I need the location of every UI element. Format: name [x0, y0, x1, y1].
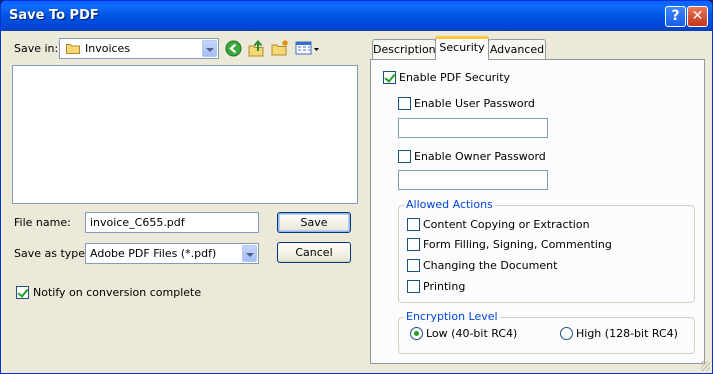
- encryption-level-title: Encryption Level: [404, 310, 500, 323]
- form-filling-checkbox[interactable]: [407, 238, 420, 251]
- resize-grip[interactable]: [700, 361, 710, 371]
- up-folder-icon[interactable]: [248, 39, 265, 57]
- save-button[interactable]: Save: [277, 212, 351, 233]
- save-as-type-dropdown[interactable]: Adobe PDF Files (*.pdf): [85, 243, 259, 264]
- save-as-type-label: Save as type:: [14, 247, 89, 260]
- printing-label[interactable]: Printing: [423, 280, 465, 293]
- high-encryption-radio[interactable]: [560, 327, 573, 340]
- notify-checkbox[interactable]: [16, 286, 29, 299]
- save-to-pdf-dialog: Save To PDF ? ✕ Save in: Invoices File n…: [0, 0, 713, 374]
- file-name-label: File name:: [14, 216, 71, 229]
- allowed-actions-title: Allowed Actions: [404, 198, 495, 211]
- form-filling-label[interactable]: Form Filling, Signing, Commenting: [423, 238, 612, 251]
- tab-security[interactable]: Security: [435, 36, 489, 60]
- changing-document-label[interactable]: Changing the Document: [423, 259, 557, 272]
- content-copying-checkbox[interactable]: [407, 218, 420, 231]
- title-bar[interactable]: Save To PDF ? ✕: [1, 1, 712, 31]
- enable-user-password-checkbox[interactable]: [398, 97, 411, 110]
- tab-description[interactable]: Description: [372, 39, 436, 59]
- high-encryption-label[interactable]: High (128-bit RC4): [576, 327, 678, 340]
- help-button[interactable]: ?: [665, 6, 686, 27]
- cancel-button[interactable]: Cancel: [277, 242, 351, 263]
- tab-advanced[interactable]: Advanced: [488, 39, 546, 59]
- content-copying-label[interactable]: Content Copying or Extraction: [423, 218, 590, 231]
- view-menu-icon[interactable]: [295, 40, 319, 57]
- folder-icon: [66, 43, 80, 54]
- owner-password-input[interactable]: [398, 170, 548, 190]
- user-password-input[interactable]: [398, 118, 548, 138]
- security-panel: Enable PDF Security Enable User Password…: [370, 59, 705, 364]
- back-icon[interactable]: [225, 40, 242, 57]
- notify-label[interactable]: Notify on conversion complete: [33, 286, 201, 299]
- new-folder-icon[interactable]: [271, 39, 289, 57]
- chevron-down-icon[interactable]: [242, 245, 257, 262]
- changing-document-checkbox[interactable]: [407, 259, 420, 272]
- file-name-input[interactable]: invoice_C655.pdf: [85, 212, 259, 233]
- enable-owner-password-label[interactable]: Enable Owner Password: [414, 150, 546, 163]
- chevron-down-icon[interactable]: [202, 40, 217, 57]
- save-in-dropdown[interactable]: Invoices: [59, 38, 219, 59]
- enable-pdf-security-label[interactable]: Enable PDF Security: [399, 71, 510, 84]
- low-encryption-label[interactable]: Low (40-bit RC4): [426, 327, 517, 340]
- window-title: Save To PDF: [9, 8, 99, 23]
- enable-user-password-label[interactable]: Enable User Password: [414, 97, 535, 110]
- printing-checkbox[interactable]: [407, 280, 420, 293]
- save-in-value: Invoices: [85, 42, 131, 55]
- save-as-type-value: Adobe PDF Files (*.pdf): [90, 247, 217, 260]
- low-encryption-radio[interactable]: [410, 327, 423, 340]
- file-list[interactable]: [12, 65, 358, 204]
- save-in-label: Save in:: [14, 42, 59, 55]
- enable-pdf-security-checkbox[interactable]: [383, 71, 396, 84]
- close-button[interactable]: ✕: [687, 6, 708, 27]
- enable-owner-password-checkbox[interactable]: [398, 150, 411, 163]
